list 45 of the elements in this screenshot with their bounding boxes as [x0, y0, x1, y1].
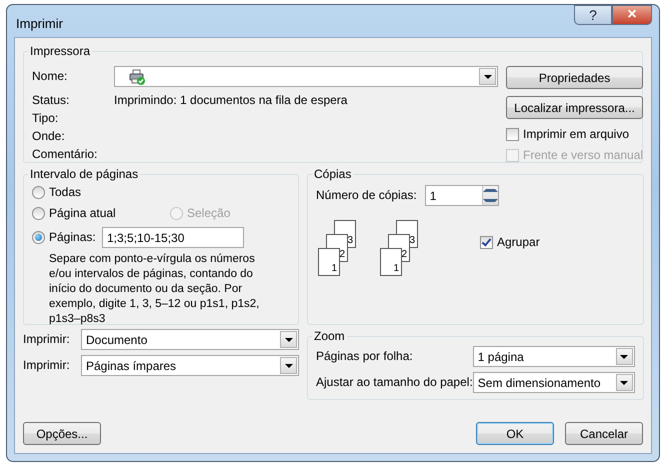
pages-field[interactable]: 1;3;5;10-15;30 — [102, 227, 244, 248]
field-label: Imprimir: — [23, 358, 71, 373]
checkbox-option: Frente e verso manual — [506, 148, 644, 163]
dropdown[interactable]: Documento — [81, 329, 299, 350]
dialog-button[interactable]: Propriedades — [506, 66, 644, 89]
checkbox-icon[interactable] — [506, 128, 519, 141]
group-title: Impressora — [29, 44, 92, 58]
field-label: Comentário: — [32, 146, 98, 162]
radio-option[interactable]: Todas — [32, 185, 290, 200]
field-label: Número de cópias: — [316, 188, 417, 203]
field-label: Nome: — [32, 69, 68, 84]
field-label: Imprimir: — [23, 332, 71, 347]
checkbox-option[interactable]: Agrupar — [480, 234, 540, 250]
group-title: Intervalo de páginas — [29, 167, 140, 181]
number-field[interactable]: 1 — [424, 185, 499, 206]
radio-icon[interactable] — [32, 207, 45, 220]
radio-option: Seleção — [170, 206, 230, 221]
field-label: Tipo: — [32, 110, 60, 126]
group-title: Zoom — [313, 329, 346, 343]
checkbox-icon[interactable] — [480, 236, 493, 248]
radio-icon[interactable] — [32, 231, 45, 244]
dropdown[interactable]: Páginas ímpares — [81, 355, 299, 376]
field-label: Onde: — [32, 128, 66, 144]
printer-dropdown[interactable] — [114, 66, 498, 87]
dropdown[interactable]: Sem dimensionamento — [472, 372, 635, 393]
checkbox-option[interactable]: Imprimir em arquivo — [506, 127, 644, 142]
window-title: Imprimir — [15, 15, 63, 34]
dropdown[interactable]: 1 página — [472, 346, 635, 367]
status-text: Imprimindo: 1 documentos na fila de espera — [114, 92, 348, 108]
radio-icon[interactable] — [32, 186, 45, 199]
hint-text: Separe com ponto-e-vírgula os números e/ou intervalos de páginas, contando do início do documento ou da seção. Por exemplo, digite 1, 3, 5–12 ou p1s1, p1s2, p1s3–p8s3 — [48, 252, 260, 327]
dialog-button[interactable]: Cancelar — [565, 422, 643, 445]
options-button[interactable]: Opções... — [23, 422, 101, 445]
page-sheet: 1 — [380, 248, 402, 276]
radio-option[interactable]: Página atual — [32, 206, 170, 221]
field-label: Páginas por folha: — [316, 349, 413, 364]
field-label: Ajustar ao tamanho do papel: — [316, 375, 473, 390]
radio-option[interactable]: Páginas: — [32, 230, 102, 245]
field-label: Status: — [32, 92, 70, 108]
dialog-button[interactable]: Localizar impressora... — [506, 96, 644, 119]
group-title: Cópias — [313, 167, 352, 181]
printer-icon — [129, 68, 145, 84]
page-sheet: 1 — [318, 248, 340, 276]
help-button[interactable]: ? — [574, 5, 612, 25]
dialog-button[interactable]: OK — [476, 422, 554, 445]
